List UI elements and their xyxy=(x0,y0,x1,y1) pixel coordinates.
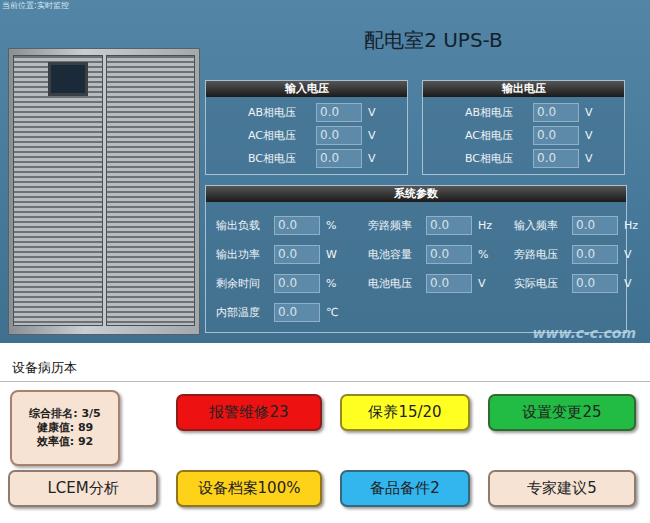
parameter-unit: ℃ xyxy=(326,306,338,319)
parameter-value: 0.0 xyxy=(274,216,320,235)
cabinet-door xyxy=(106,55,196,326)
parameter-value: 0.0 xyxy=(533,103,579,122)
parameter-label: 内部温度 xyxy=(216,305,268,320)
summary-line: 综合排名: 3/5 xyxy=(29,407,101,421)
parameter-label: AB相电压 xyxy=(465,105,527,120)
ups-cabinet-image xyxy=(8,48,200,335)
parameter-row: AB相电压 0.0 V xyxy=(248,103,407,122)
record-button[interactable]: 报警维修23 xyxy=(176,394,322,431)
parameter-row: AC相电压 0.0 V xyxy=(248,126,407,145)
cabinet-door xyxy=(13,55,103,326)
parameter-unit: % xyxy=(478,248,488,261)
parameter-unit: V xyxy=(368,106,376,119)
parameter-value: 0.0 xyxy=(572,216,618,235)
parameter-row: 输出负载 0.0% xyxy=(216,216,368,235)
voltage-panel: 输出电压 AB相电压 0.0 V AC相电压 0.0 V BC相电压 0.0 V xyxy=(422,80,625,175)
record-button[interactable]: 设置变更25 xyxy=(488,394,636,431)
parameter-row: 电池容量 0.0% xyxy=(368,245,514,264)
record-button[interactable]: LCEM分析 xyxy=(8,470,158,507)
parameter-unit: V xyxy=(368,129,376,142)
record-button[interactable]: 备品备件2 xyxy=(340,470,470,507)
parameter-value: 0.0 xyxy=(274,303,320,322)
summary-card: 综合排名: 3/5健康值: 89效率值: 92 xyxy=(10,390,120,466)
record-area: 设备病历本综合排名: 3/5健康值: 89效率值: 92 报警维修23 保养15/2… xyxy=(0,343,650,523)
parameter-value: 0.0 xyxy=(572,274,618,293)
record-title: 设备病历本 xyxy=(0,343,650,382)
parameter-label: 电池电压 xyxy=(368,276,420,291)
parameter-value: 0.0 xyxy=(316,103,362,122)
parameter-row: BC相电压 0.0 V xyxy=(465,149,624,168)
panel-header: 输入电压 xyxy=(206,81,407,97)
parameter-unit: W xyxy=(326,248,337,261)
voltage-panel: 输入电压 AB相电压 0.0 V AC相电压 0.0 V BC相电压 0.0 V xyxy=(205,80,408,175)
parameter-value: 0.0 xyxy=(316,126,362,145)
parameter-row: 旁路电压 0.0 V xyxy=(514,245,638,264)
parameter-label: 输出功率 xyxy=(216,247,268,262)
parameter-row: AB相电压 0.0 V xyxy=(465,103,624,122)
parameter-label: 输入频率 xyxy=(514,218,566,233)
parameter-unit: Hz xyxy=(624,219,638,232)
parameter-label: 剩余时间 xyxy=(216,276,268,291)
record-button[interactable]: 保养15/20 xyxy=(340,394,470,431)
parameter-row: AC相电压 0.0 V xyxy=(465,126,624,145)
parameter-value: 0.0 xyxy=(274,245,320,264)
summary-line: 效率值: 92 xyxy=(37,435,94,449)
parameter-unit: V xyxy=(478,277,486,290)
parameter-unit: V xyxy=(624,277,632,290)
parameter-label: AB相电压 xyxy=(248,105,310,120)
parameter-label: 旁路电压 xyxy=(514,247,566,262)
parameter-row: BC相电压 0.0 V xyxy=(248,149,407,168)
parameter-row: 旁路频率 0.0 Hz xyxy=(368,216,514,235)
parameter-unit: Hz xyxy=(478,219,492,232)
summary-line: 健康值: 89 xyxy=(37,421,94,435)
panel-header: 系统参数 xyxy=(206,186,626,202)
parameter-label: 输出负载 xyxy=(216,218,268,233)
page-title: 配电室2 UPS-B xyxy=(205,12,632,68)
parameter-value: 0.0 xyxy=(274,274,320,293)
ups-monitor-page: 当前位置:实时监控配电室2 UPS-B 输入电压 AB相电压 0.0 V AC相电压 0.0… xyxy=(0,0,650,523)
parameter-unit: V xyxy=(585,152,593,165)
parameter-unit: % xyxy=(326,277,336,290)
parameter-label: 电池容量 xyxy=(368,247,420,262)
parameter-value: 0.0 xyxy=(533,126,579,145)
parameter-row: 电池电压 0.0 V xyxy=(368,274,514,293)
parameter-value: 0.0 xyxy=(533,149,579,168)
record-button[interactable]: 设备档案100% xyxy=(176,470,322,507)
parameter-row: 内部温度 0.0 ℃ xyxy=(216,303,368,322)
parameter-row: 输入频率 0.0 Hz xyxy=(514,216,638,235)
parameter-row: 输出功率 0.0 W xyxy=(216,245,368,264)
parameter-label: 实际电压 xyxy=(514,276,566,291)
cabinet-screen xyxy=(48,62,88,96)
parameter-value: 0.0 xyxy=(316,149,362,168)
parameter-value: 0.0 xyxy=(572,245,618,264)
parameter-value: 0.0 xyxy=(426,245,472,264)
system-panel: 系统参数输出负载0.0%旁路频率0.0Hz输入频率0.0Hz输出功率0.0W电池… xyxy=(205,185,627,333)
parameter-unit: % xyxy=(326,219,336,232)
monitor-area: 当前位置:实时监控配电室2 UPS-B 输入电压 AB相电压 0.0 V AC相电压 0.0… xyxy=(0,0,650,343)
parameter-label: BC相电压 xyxy=(248,151,310,166)
parameter-value: 0.0 xyxy=(426,216,472,235)
parameter-row: 剩余时间 0.0% xyxy=(216,274,368,293)
record-button[interactable]: 专家建议5 xyxy=(488,470,636,507)
parameter-value: 0.0 xyxy=(426,274,472,293)
parameter-label: AC相电压 xyxy=(465,128,527,143)
parameter-unit: V xyxy=(585,106,593,119)
parameter-label: 旁路频率 xyxy=(368,218,420,233)
panel-header: 输出电压 xyxy=(423,81,624,97)
breadcrumb: 当前位置:实时监控 xyxy=(0,0,650,12)
parameter-unit: V xyxy=(624,248,632,261)
watermark: www.c-c.com xyxy=(533,325,636,341)
parameter-unit: V xyxy=(585,129,593,142)
parameter-label: BC相电压 xyxy=(465,151,527,166)
parameter-unit: V xyxy=(368,152,376,165)
parameter-label: AC相电压 xyxy=(248,128,310,143)
parameter-row: 实际电压 0.0 V xyxy=(514,274,638,293)
